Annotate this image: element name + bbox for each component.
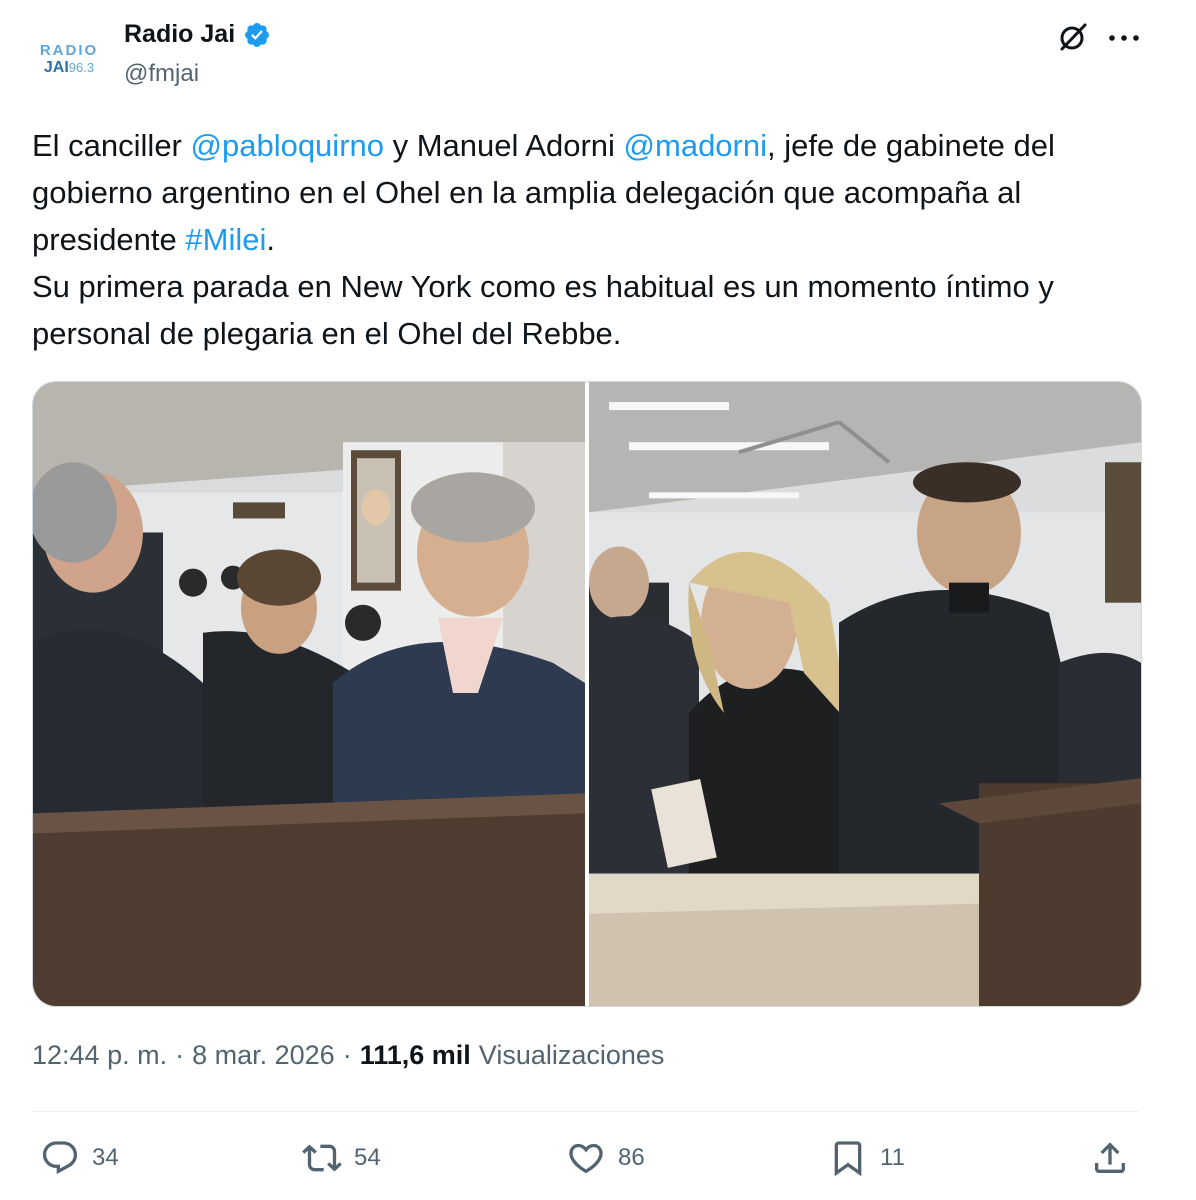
photo-left-image: [33, 382, 585, 1006]
like-button[interactable]: 86: [566, 1138, 645, 1178]
media-grid: [32, 381, 1142, 1007]
repost-button[interactable]: 54: [302, 1138, 381, 1178]
avatar-line2-text: JAI: [43, 58, 69, 76]
mention-link-madorni[interactable]: @madorni: [624, 128, 767, 163]
tweet-date[interactable]: 8 mar. 2026: [192, 1040, 335, 1071]
tweet-header: RADIO JAI96.3 Radio Jai @fmjai: [32, 18, 1142, 98]
display-name[interactable]: Radio Jai: [124, 20, 235, 49]
repost-icon: [302, 1144, 342, 1172]
tweet-paragraph-1: El canciller @pabloquirno y Manuel Adorn…: [32, 122, 1152, 263]
bookmark-icon: [834, 1141, 862, 1177]
share-button[interactable]: [1090, 1138, 1130, 1178]
heart-icon: [569, 1143, 603, 1174]
repost-count: 54: [354, 1144, 381, 1171]
action-bar: 34 54 86 11: [32, 1138, 1140, 1188]
verified-badge-icon: [245, 22, 270, 47]
reply-count: 34: [92, 1144, 119, 1171]
tweet-meta: 12:44 p. m. · 8 mar. 2026 · 111,6 mil Vi…: [32, 1040, 664, 1071]
photo-right-image: [589, 382, 1141, 1006]
handle[interactable]: @fmjai: [124, 60, 199, 88]
grok-icon[interactable]: [1056, 20, 1090, 54]
photo-left[interactable]: [33, 382, 585, 1006]
avatar-line1: RADIO: [39, 41, 99, 59]
tweet-text: El canciller @pabloquirno y Manuel Adorn…: [32, 122, 1152, 357]
photo-right[interactable]: [589, 382, 1141, 1006]
share-icon: [1095, 1142, 1125, 1173]
reply-icon: [42, 1141, 78, 1175]
hashtag-link-milei[interactable]: #Milei: [185, 222, 266, 257]
tweet-paragraph-2: Su primera parada en New York como es ha…: [32, 269, 1054, 351]
tweet-time[interactable]: 12:44 p. m.: [32, 1040, 167, 1071]
text-segment: El canciller: [32, 128, 191, 163]
text-segment: .: [266, 222, 275, 257]
avatar-line2: JAI96.3: [43, 58, 95, 76]
bookmark-button[interactable]: 11: [828, 1138, 905, 1178]
more-options-icon[interactable]: [1106, 24, 1142, 52]
mention-link-pabloquirno[interactable]: @pabloquirno: [191, 128, 385, 163]
reply-button[interactable]: 34: [40, 1138, 119, 1178]
meta-separator: ·: [342, 1040, 352, 1070]
like-count: 86: [618, 1144, 645, 1171]
text-segment: y Manuel Adorni: [384, 128, 624, 163]
views-count: 111,6 mil: [359, 1040, 471, 1070]
avatar[interactable]: RADIO JAI96.3: [32, 32, 106, 86]
avatar-freq: 96.3: [68, 59, 95, 75]
meta-separator: ·: [175, 1040, 185, 1070]
divider: [32, 1111, 1140, 1112]
bookmark-count: 11: [880, 1144, 905, 1171]
views-label: Visualizaciones: [478, 1040, 665, 1070]
display-name-row: Radio Jai: [124, 20, 271, 49]
